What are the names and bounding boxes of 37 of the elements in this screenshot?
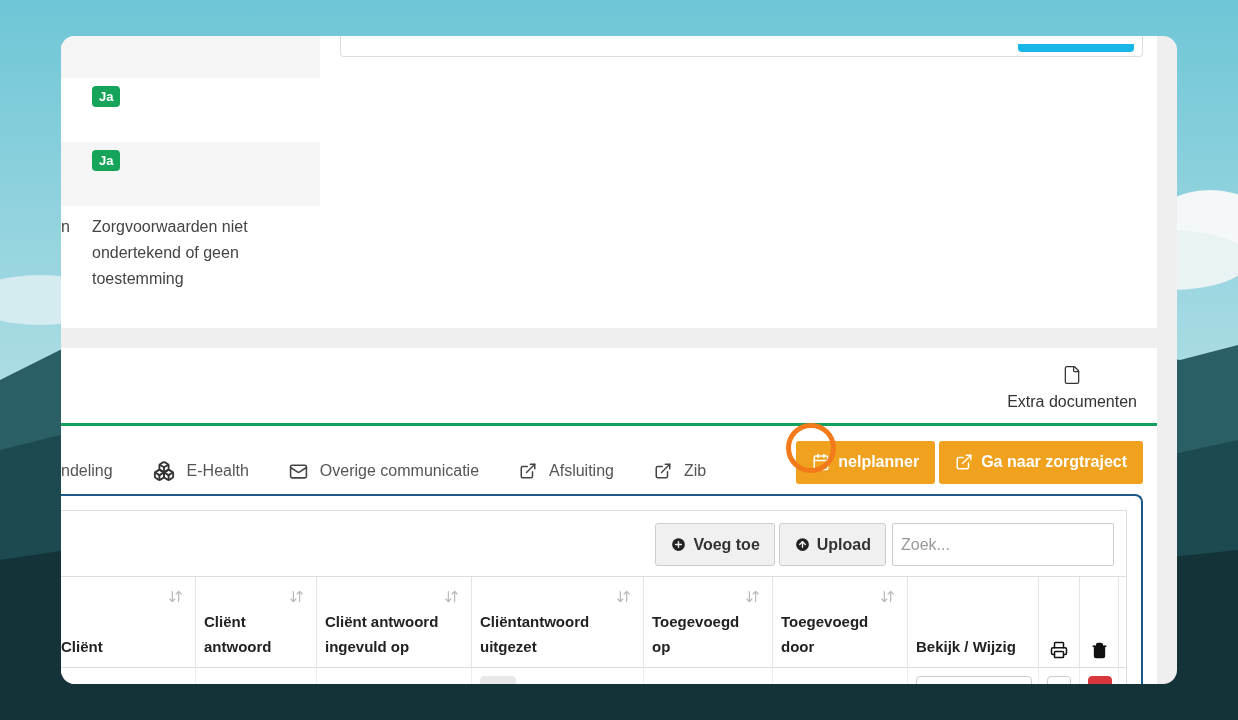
- column-header[interactable]: Toegevoegd door: [781, 609, 886, 659]
- delete-icon: [1090, 642, 1108, 659]
- tab[interactable]: Overige communicatie: [288, 439, 480, 481]
- calendar-icon: [812, 453, 831, 471]
- status-badge: Ja: [92, 86, 121, 107]
- extra-documents-link[interactable]: Extra documenten: [1007, 348, 1137, 423]
- tab[interactable]: ndeling: [61, 440, 113, 480]
- column-header[interactable]: Bekijk / Wijzig: [916, 634, 1016, 659]
- field-value: Zorgvoorwaarden niet ondertekend of geen toestemming: [92, 217, 249, 289]
- mail-icon: [288, 461, 308, 481]
- external-link-icon: [653, 462, 672, 480]
- sort-icon[interactable]: [880, 589, 895, 604]
- print-icon: [1050, 641, 1068, 659]
- tab[interactable]: Afsluiting: [519, 440, 614, 480]
- toolbar-button[interactable]: Voeg toe: [655, 523, 775, 566]
- sort-icon[interactable]: [444, 589, 459, 604]
- column-header[interactable]: Cliënt: [61, 634, 103, 659]
- tab[interactable]: Zib: [653, 440, 707, 480]
- status-badge: Ja: [92, 150, 121, 171]
- tab[interactable]: E-Health: [152, 438, 249, 482]
- external-link-icon: [955, 453, 974, 471]
- toolbar-button[interactable]: Upload: [778, 523, 886, 566]
- sort-icon[interactable]: [745, 589, 760, 604]
- upload-icon: [793, 536, 811, 553]
- sort-icon[interactable]: [168, 589, 183, 604]
- hide-note-button[interactable]: [1018, 44, 1134, 52]
- column-header[interactable]: Cliëntantwoord uitgezet: [480, 609, 622, 659]
- column-header[interactable]: Cliënt antwoord: [204, 609, 295, 659]
- column-header[interactable]: Cliënt antwoord ingevuld op: [325, 609, 450, 659]
- boxes-icon: [152, 460, 175, 482]
- plus-circle-icon: [670, 536, 688, 553]
- column-header[interactable]: Toegevoegd op: [652, 609, 751, 659]
- sort-icon[interactable]: [616, 589, 631, 604]
- search-field[interactable]: Zoek...: [892, 523, 1114, 566]
- external-link-icon: [519, 462, 538, 480]
- sort-icon[interactable]: [289, 589, 304, 604]
- field-label: n: [61, 217, 71, 237]
